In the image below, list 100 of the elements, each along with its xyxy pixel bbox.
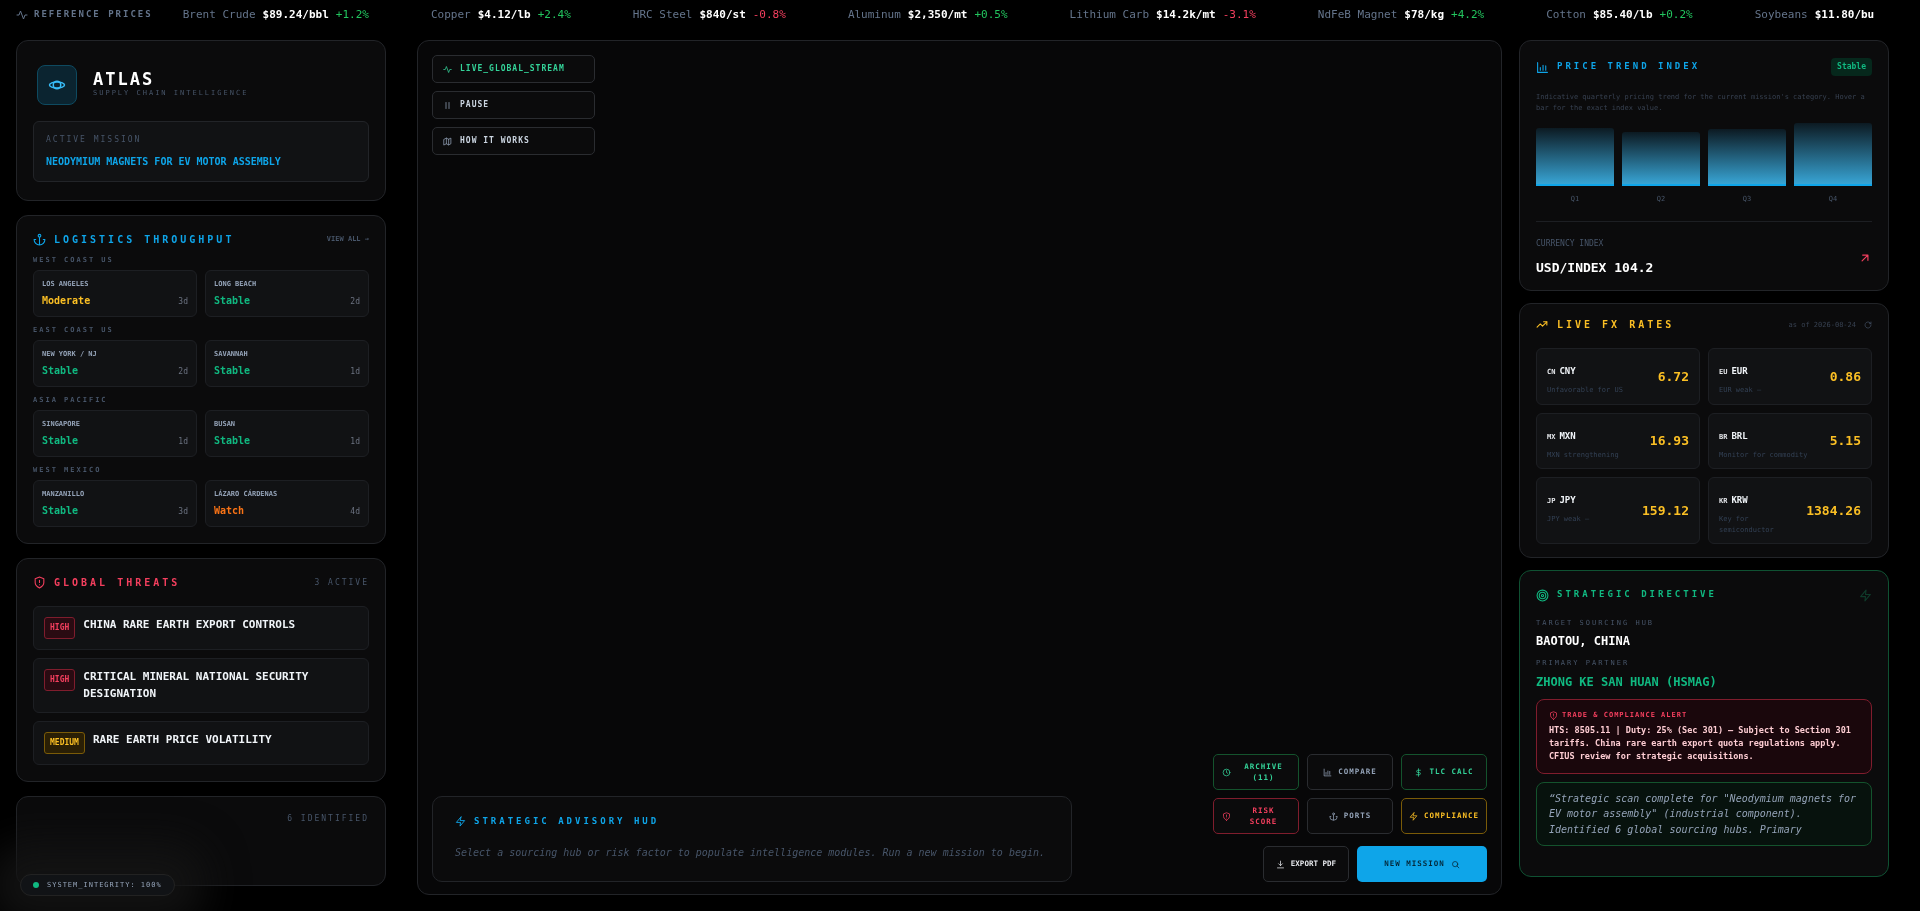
threat-count: 3 ACTIVE bbox=[314, 576, 369, 589]
commodity-price: $85.40/lb bbox=[1592, 6, 1653, 23]
ticker-label: REFERENCE PRICES bbox=[34, 8, 153, 22]
clock-icon bbox=[1222, 767, 1231, 777]
currency-code: MXN bbox=[1559, 430, 1576, 441]
severity-badge: HIGH bbox=[44, 617, 76, 639]
section-title: LIVE FX RATES bbox=[1557, 318, 1675, 333]
price-change: -0.8% bbox=[752, 6, 786, 23]
port-age: 2d bbox=[178, 366, 188, 378]
price-change: -3.1% bbox=[1222, 6, 1256, 23]
severity-badge: HIGH bbox=[44, 669, 76, 691]
port-age: 3d bbox=[178, 506, 188, 518]
port-age: 2d bbox=[350, 296, 360, 308]
currency-code: BRL bbox=[1731, 430, 1748, 441]
currency-value: USD/INDEX 104.2 bbox=[1536, 258, 1654, 277]
currency-label: CURRENCY INDEX bbox=[1536, 237, 1605, 250]
commodity-name: Cotton bbox=[1546, 6, 1586, 23]
threat-title: CRITICAL MINERAL NATIONAL SECURITY DESIGNATION bbox=[83, 669, 310, 702]
commodity-price: $78/kg bbox=[1404, 6, 1445, 23]
price-change: +0.2% bbox=[1659, 6, 1693, 23]
commodity-name: Soybeans bbox=[1754, 6, 1808, 23]
fx-rate: 6.72 bbox=[1657, 367, 1689, 386]
port-age: 1d bbox=[350, 436, 360, 448]
commodity-price: $14.2k/mt bbox=[1156, 6, 1216, 23]
pulse-icon bbox=[16, 9, 28, 21]
target-icon bbox=[1536, 588, 1549, 602]
currency-code: JPY bbox=[1559, 495, 1576, 506]
section-title: PRICE TREND INDEX bbox=[1557, 60, 1701, 74]
section-title: LOGISTICS THROUGHPUT bbox=[54, 233, 235, 247]
threat-item[interactable]: HIGH CHINA RARE EARTH EXPORT CONTROLS bbox=[33, 606, 369, 650]
stream-button[interactable]: LIVE_GLOBAL_STREAM bbox=[432, 55, 595, 83]
bolt-icon bbox=[1408, 811, 1418, 821]
app-title: ATLAS bbox=[93, 71, 156, 89]
fx-rate: 5.15 bbox=[1829, 432, 1861, 451]
price-change: +4.2% bbox=[1451, 6, 1485, 23]
threat-title: CHINA RARE EARTH EXPORT CONTROLS bbox=[83, 617, 296, 633]
port-status: Stable bbox=[214, 434, 251, 448]
commodity-price: $2,350/mt bbox=[907, 6, 968, 23]
threat-item[interactable]: HIGH CRITICAL MINERAL NATIONAL SECURITY DESIGNATION bbox=[33, 658, 369, 713]
port-status: Stable bbox=[214, 364, 251, 378]
price-change: +1.2% bbox=[335, 6, 369, 23]
commodity-name: HRC Steel bbox=[632, 6, 693, 23]
map-icon bbox=[443, 136, 452, 146]
shield-icon bbox=[1222, 811, 1231, 821]
price-change: +2.4% bbox=[537, 6, 571, 23]
hub-count: 6 IDENTIFIED bbox=[287, 813, 369, 825]
currency-code: KRW bbox=[1731, 495, 1748, 506]
section-title: STRATEGIC DIRECTIVE bbox=[1557, 588, 1717, 602]
commodity-price: $840/st bbox=[699, 6, 746, 23]
fx-rate: 159.12 bbox=[1642, 502, 1689, 521]
bar-chart-icon bbox=[1536, 60, 1549, 74]
shield-icon bbox=[33, 576, 46, 589]
port-status: Stable bbox=[42, 504, 79, 518]
summary-quote: “Strategic scan complete for "Neodymium magnets for EV motor assembly" (industrial component). Identified 6 global sourcing hubs. Primary bbox=[1536, 781, 1872, 847]
port-status: Moderate bbox=[42, 294, 91, 308]
commodity-name: Aluminum bbox=[847, 6, 901, 23]
pause-button[interactable]: PAUSE bbox=[432, 91, 595, 119]
port-status: Watch bbox=[214, 504, 245, 518]
status-dot bbox=[33, 881, 39, 888]
partner-name: ZHONG KE SAN HUAN (HSMAG) bbox=[1536, 673, 1718, 691]
port-status: Stable bbox=[214, 294, 251, 308]
price-change: +0.5% bbox=[974, 6, 1008, 23]
port-age: 4d bbox=[350, 506, 360, 518]
port-status: Stable bbox=[42, 364, 79, 378]
port-status: Stable bbox=[42, 434, 79, 448]
hud-title: STRATEGIC ADVISORY HUD bbox=[474, 814, 660, 828]
bolt-icon bbox=[1859, 588, 1872, 602]
severity-badge: MEDIUM bbox=[44, 732, 85, 754]
refresh-icon bbox=[1864, 320, 1872, 329]
hub-name: BAOTOU, CHINA bbox=[1536, 633, 1631, 651]
commodity-price: $4.12/lb bbox=[477, 6, 531, 23]
trend-badge: Stable bbox=[1831, 58, 1872, 76]
anchor-icon bbox=[1328, 811, 1338, 821]
commodity-name: Brent Crude bbox=[182, 6, 256, 23]
shield-icon bbox=[1549, 710, 1558, 720]
threat-item[interactable]: MEDIUM RARE EARTH PRICE VOLATILITY bbox=[33, 721, 369, 765]
commodity-name: Copper bbox=[430, 6, 471, 23]
fx-rate: 1384.26 bbox=[1806, 502, 1861, 521]
fx-rate: 16.93 bbox=[1649, 432, 1689, 451]
pause-icon bbox=[443, 100, 452, 110]
search-icon bbox=[1450, 859, 1460, 869]
anchor-icon bbox=[33, 233, 46, 246]
pulse-icon bbox=[443, 64, 452, 74]
mission-label: ACTIVE MISSION bbox=[46, 134, 143, 146]
bolt-icon bbox=[455, 815, 466, 827]
download-icon bbox=[1275, 859, 1285, 869]
port-age: 1d bbox=[350, 366, 360, 378]
port-age: 1d bbox=[178, 436, 188, 448]
hud-text: Select a sourcing hub or risk factor to populate intelligence modules. Run a new mission to begin. bbox=[455, 846, 1046, 860]
help-button[interactable]: HOW IT WORKS bbox=[432, 127, 595, 155]
mission-name: NEODYMIUM MAGNETS FOR EV MOTOR ASSEMBLY bbox=[46, 155, 282, 169]
commodity-price: $11.80/bu bbox=[1814, 6, 1875, 23]
alert-text: HTS: 8505.11 | Duty: 25% (Sec 301) — Subject to Section 301 tariffs. China rare earth export quota regulations apply. CFIUS review for strategic acquisitions. bbox=[1549, 724, 1852, 763]
commodity-name: Lithium Carb bbox=[1069, 6, 1150, 23]
currency-code: EUR bbox=[1731, 366, 1748, 377]
port-age: 3d bbox=[178, 296, 188, 308]
dollar-icon bbox=[1414, 767, 1424, 777]
currency-code: CNY bbox=[1559, 366, 1576, 377]
fx-rate: 0.86 bbox=[1829, 367, 1861, 386]
commodity-name: NdFeB Magnet bbox=[1317, 6, 1398, 23]
